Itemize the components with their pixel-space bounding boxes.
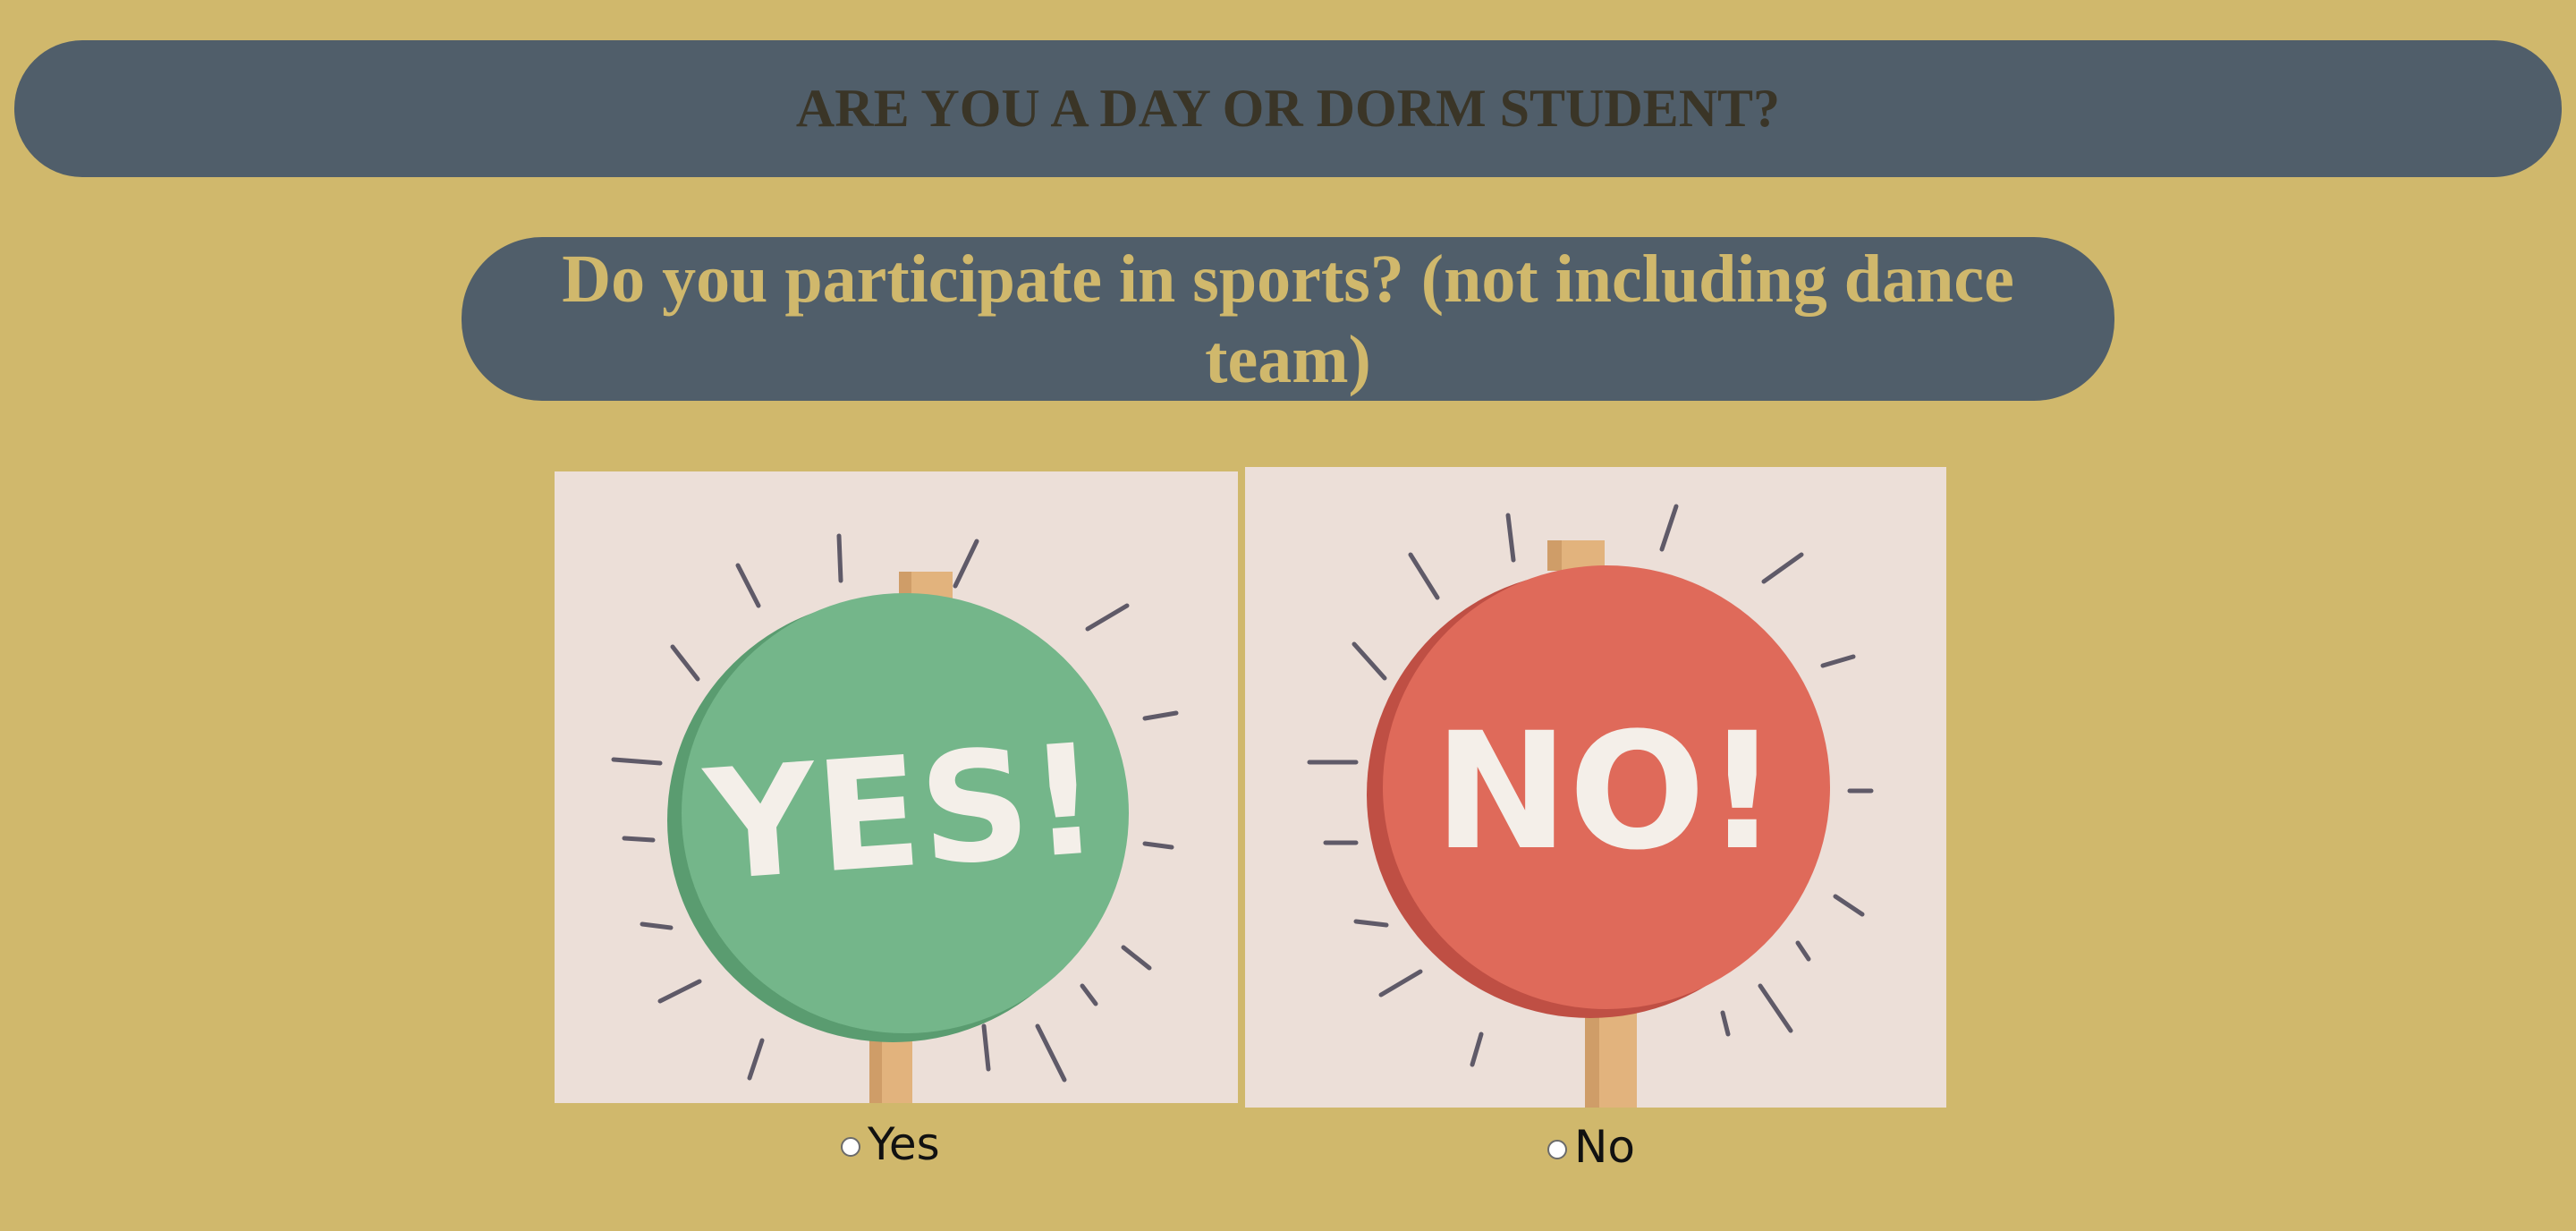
- no-radio-button[interactable]: [1547, 1140, 1567, 1159]
- no-sign-illustration: NO!: [1307, 504, 1874, 1108]
- page-title: ARE YOU A DAY OR DORM STUDENT?: [795, 79, 1781, 138]
- no-option[interactable]: No: [1547, 1121, 1635, 1173]
- no-sign-image[interactable]: NO!: [1245, 467, 1946, 1108]
- svg-text:NO!: NO!: [1434, 699, 1779, 886]
- question-panel: Do you participate in sports? (not inclu…: [462, 237, 2114, 401]
- question-text: Do you participate in sports? (not inclu…: [562, 241, 2014, 397]
- page-title-banner: ARE YOU A DAY OR DORM STUDENT?: [14, 40, 2562, 177]
- no-option-label[interactable]: No: [1574, 1121, 1635, 1173]
- svg-text:YES!: YES!: [699, 711, 1105, 915]
- yes-option-label[interactable]: Yes: [868, 1118, 940, 1170]
- yes-sign-image[interactable]: YES!: [555, 471, 1238, 1103]
- yes-radio-button[interactable]: [841, 1137, 860, 1157]
- yes-option[interactable]: Yes: [841, 1118, 940, 1170]
- yes-sign-illustration: YES!: [611, 533, 1179, 1103]
